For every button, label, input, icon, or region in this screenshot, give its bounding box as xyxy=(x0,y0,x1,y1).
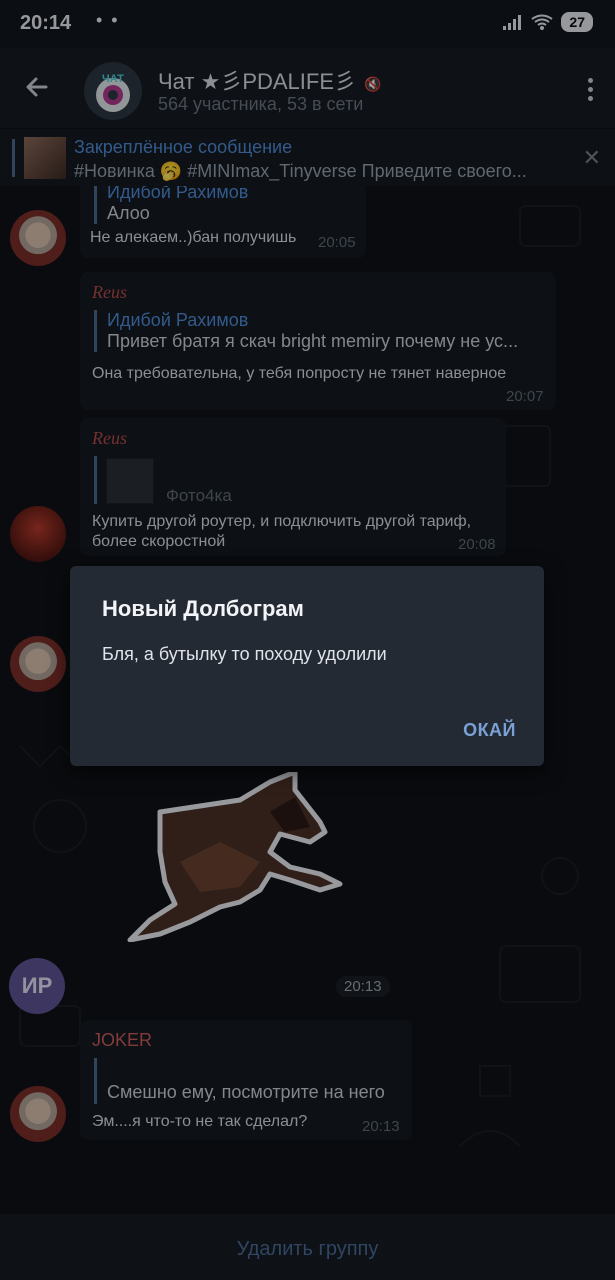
alert-dialog: Новый Долбограм Бля, а бутылку то походу… xyxy=(70,566,544,766)
dialog-title: Новый Долбограм xyxy=(102,596,304,621)
dialog-message: Бля, а бутылку то походу удолили xyxy=(102,644,387,664)
ok-button[interactable]: ОКАЙ xyxy=(463,720,516,741)
